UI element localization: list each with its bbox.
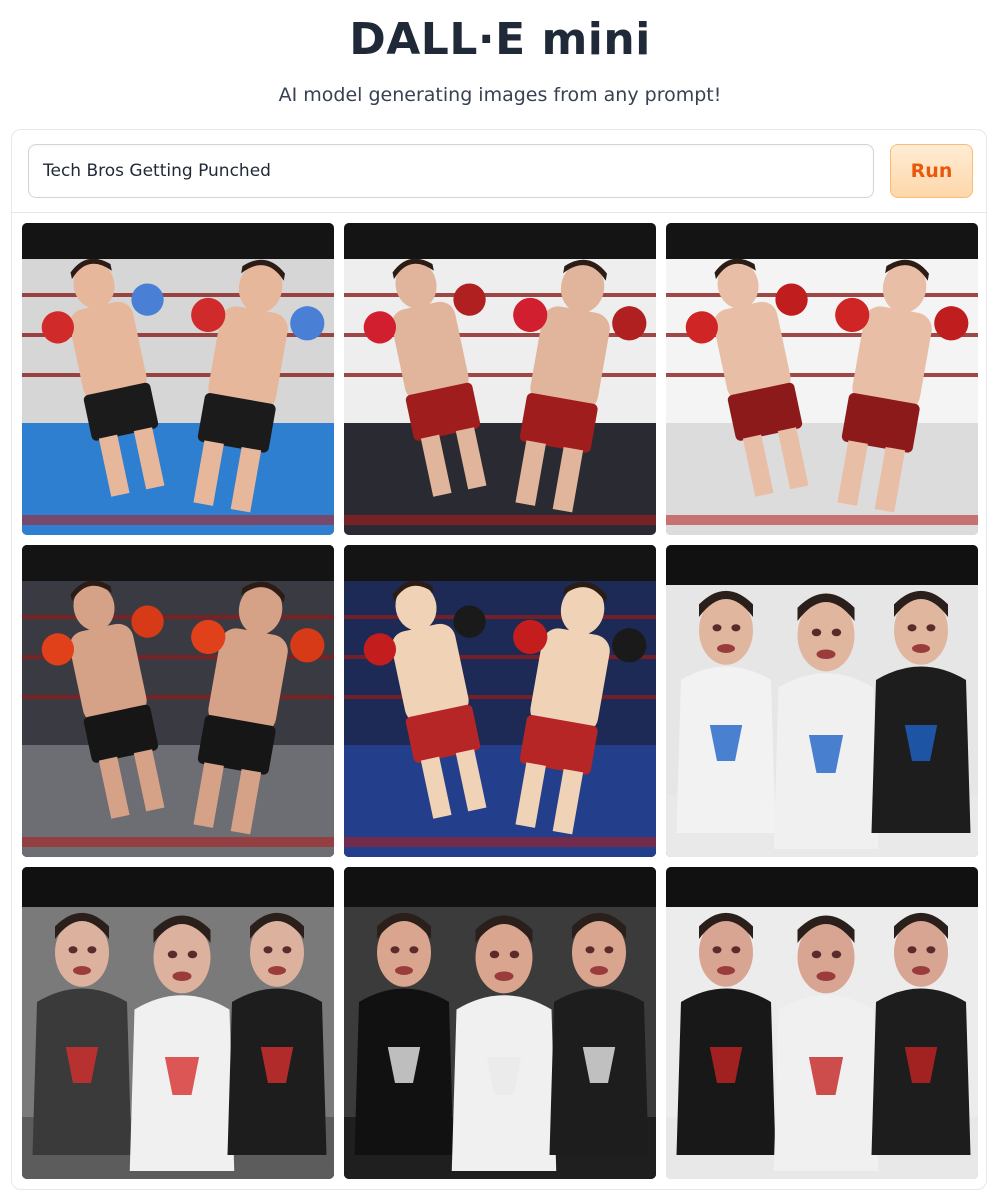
prompt-input[interactable] [28, 144, 874, 198]
generated-image-7[interactable] [22, 867, 334, 1179]
generated-image-art [22, 545, 334, 857]
generated-image-8[interactable] [344, 867, 656, 1179]
generated-image-art [344, 867, 656, 1179]
generated-image-2[interactable] [344, 223, 656, 535]
prompt-row: Run [12, 130, 986, 213]
image-gallery [22, 223, 978, 1179]
generated-image-6[interactable] [666, 545, 978, 857]
generated-image-1[interactable] [22, 223, 334, 535]
generated-image-art [666, 545, 978, 857]
generated-image-3[interactable] [666, 223, 978, 535]
generated-image-5[interactable] [344, 545, 656, 857]
generated-image-art [344, 545, 656, 857]
page: DALL·E mini AI model generating images f… [0, 0, 1000, 1200]
generated-image-art [666, 867, 978, 1179]
generator-card: Run [11, 129, 987, 1190]
page-title: DALL·E mini [349, 14, 651, 65]
generated-image-art [666, 223, 978, 535]
generated-image-9[interactable] [666, 867, 978, 1179]
generated-image-4[interactable] [22, 545, 334, 857]
page-subtitle: AI model generating images from any prom… [278, 84, 722, 106]
generated-image-art [344, 223, 656, 535]
generated-image-art [22, 867, 334, 1179]
generated-image-art [22, 223, 334, 535]
run-button[interactable]: Run [890, 144, 973, 198]
